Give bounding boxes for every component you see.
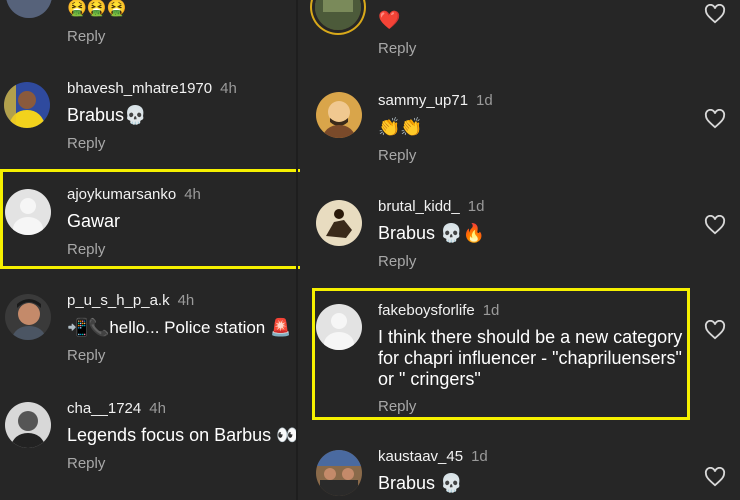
username[interactable]: fakeboysforlife	[378, 302, 475, 319]
column-divider	[296, 0, 298, 500]
reply-button[interactable]: Reply	[378, 253, 416, 270]
timestamp: 1d	[482, 302, 500, 319]
avatar[interactable]	[5, 402, 51, 448]
reply-button[interactable]: Reply	[67, 347, 105, 364]
right-comment-column: ❤️ Reply sammy_up71 1d 👏👏 Reply brutal_k…	[300, 0, 740, 500]
username[interactable]: cha__1724	[67, 400, 141, 417]
avatar[interactable]	[4, 82, 50, 128]
comment-item: kaustaav_45 1d Brabus 💀	[300, 444, 740, 500]
comment-text: I think there should be a new category f…	[378, 327, 683, 389]
comment-text: Brabus 💀	[378, 473, 463, 493]
comment-item: cha__1724 4h Legends focus on Barbus 👀 Re…	[0, 396, 300, 476]
reply-button[interactable]: Reply	[67, 28, 105, 45]
timestamp: 4h	[184, 186, 201, 203]
comment-meta: ajoykumarsanko 4h	[67, 186, 201, 203]
comment-text: ❤️	[378, 10, 401, 30]
avatar[interactable]	[315, 0, 361, 30]
reply-button[interactable]: Reply	[67, 241, 105, 258]
comment-meta: kaustaav_45 1d	[378, 448, 488, 465]
comment-text: Brabus 💀🔥	[378, 223, 485, 243]
heart-icon[interactable]	[704, 109, 726, 129]
username[interactable]: p_u_s_h_p_a.k	[67, 292, 170, 309]
reply-button[interactable]: Reply	[67, 135, 105, 152]
avatar[interactable]	[316, 450, 362, 496]
comment-text: 👏👏	[378, 117, 423, 137]
comment-meta: cha__1724 4h	[67, 400, 166, 417]
heart-icon[interactable]	[704, 215, 726, 235]
left-comment-column: 🤮🤮🤮 Reply bhavesh_mhatre1970 4h Brabus💀 R…	[0, 0, 300, 500]
comment-item: brutal_kidd_ 1d Brabus 💀🔥 Reply	[300, 194, 740, 274]
avatar[interactable]	[316, 200, 362, 246]
timestamp: 1d	[467, 198, 485, 215]
timestamp: 4h	[220, 80, 237, 97]
comment-item: ajoykumarsanko 4h Gawar Reply	[0, 182, 300, 262]
comment-meta: sammy_up71 1d	[378, 92, 493, 109]
comment-item: ❤️ Reply	[300, 0, 740, 60]
comment-meta: brutal_kidd_ 1d	[378, 198, 484, 215]
comment-text: Brabus💀	[67, 105, 147, 125]
username[interactable]: brutal_kidd_	[378, 198, 460, 215]
comment-item: fakeboysforlife 1d I think there should b…	[300, 298, 740, 418]
comment-meta: fakeboysforlife 1d	[378, 302, 499, 319]
username[interactable]: kaustaav_45	[378, 448, 463, 465]
default-avatar[interactable]	[316, 304, 362, 350]
reply-button[interactable]: Reply	[378, 40, 416, 57]
timestamp: 4h	[149, 400, 166, 417]
comment-item: 🤮🤮🤮 Reply	[0, 0, 300, 50]
timestamp: 1d	[476, 92, 493, 109]
heart-icon[interactable]	[704, 4, 726, 24]
default-avatar[interactable]	[5, 189, 51, 235]
avatar[interactable]	[5, 294, 51, 340]
comment-item: p_u_s_h_p_a.k 4h 📲📞hello... Police statio…	[0, 288, 300, 368]
comment-text: Gawar	[67, 211, 121, 231]
avatar[interactable]	[6, 0, 52, 18]
reply-button[interactable]: Reply	[67, 455, 105, 472]
heart-icon[interactable]	[704, 320, 726, 340]
comment-text: Legends focus on Barbus 👀	[67, 425, 299, 445]
timestamp: 1d	[471, 448, 488, 465]
reply-button[interactable]: Reply	[378, 147, 416, 164]
comment-meta: p_u_s_h_p_a.k 4h	[67, 292, 194, 309]
heart-icon[interactable]	[704, 467, 726, 487]
username[interactable]: sammy_up71	[378, 92, 468, 109]
username[interactable]: bhavesh_mhatre1970	[67, 80, 212, 97]
comment-meta: bhavesh_mhatre1970 4h	[67, 80, 237, 97]
comment-item: bhavesh_mhatre1970 4h Brabus💀 Reply	[0, 76, 300, 156]
timestamp: 4h	[177, 292, 195, 309]
reply-button[interactable]: Reply	[378, 398, 416, 415]
comment-text: 🤮🤮🤮	[67, 0, 127, 17]
avatar[interactable]	[316, 92, 362, 138]
username[interactable]: ajoykumarsanko	[67, 186, 176, 203]
comment-item: sammy_up71 1d 👏👏 Reply	[300, 88, 740, 168]
comment-text: 📲📞hello... Police station 🚨	[67, 318, 292, 337]
